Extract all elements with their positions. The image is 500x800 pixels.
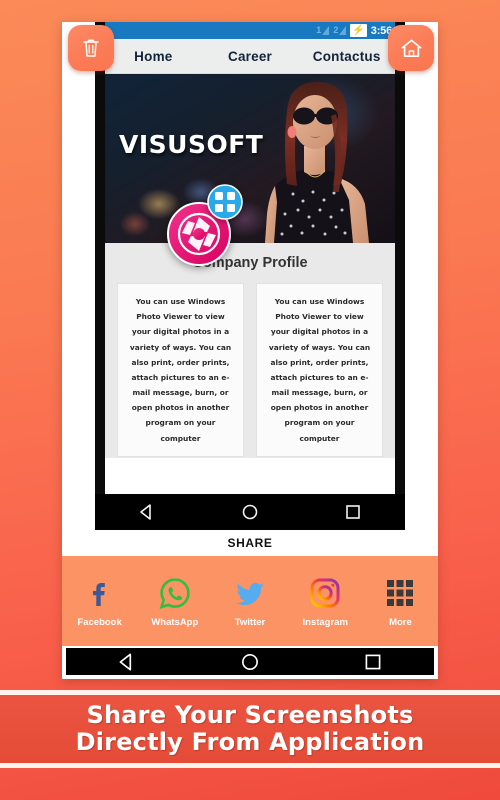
share-target-instagram[interactable]: Instagram — [288, 574, 363, 628]
website-nav-bar: Home Career Contactus — [105, 39, 395, 74]
home-icon — [401, 39, 421, 57]
back-triangle-icon[interactable] — [137, 502, 157, 522]
facebook-icon — [83, 574, 117, 612]
signal-triangle-icon — [339, 22, 347, 35]
share-target-twitter[interactable]: Twitter — [212, 574, 287, 628]
twitter-icon — [233, 574, 267, 612]
grid-badge-icon[interactable] — [207, 184, 243, 220]
share-target-whatsapp[interactable]: WhatsApp — [137, 574, 212, 628]
trash-icon — [83, 39, 99, 57]
caption-line-2: Directly From Application — [75, 728, 425, 756]
sim1-signal-icon: 1 — [316, 22, 330, 35]
share-target-facebook[interactable]: Facebook — [62, 574, 137, 628]
profile-card: You can use Windows Photo Viewer to view… — [117, 283, 244, 457]
caption-line-1: Share Your Screenshots — [86, 701, 414, 730]
delete-button[interactable] — [68, 25, 114, 71]
profile-card-text: You can use Windows Photo Viewer to view… — [129, 297, 232, 443]
share-section-label: SHARE — [62, 530, 438, 556]
android-status-bar: 1 2 ⚡ 3:56 — [105, 22, 395, 39]
sim2-signal-icon: 2 — [333, 22, 347, 35]
battery-charging-icon: ⚡ — [350, 24, 367, 37]
recents-square-icon[interactable] — [343, 502, 363, 522]
home-circle-icon[interactable] — [240, 502, 260, 522]
home-circle-icon[interactable] — [239, 651, 261, 673]
profile-title: Company Profile — [192, 255, 308, 271]
profile-card-text: You can use Windows Photo Viewer to view… — [268, 297, 371, 443]
back-triangle-icon[interactable] — [116, 651, 138, 673]
phone-android-navbar — [95, 494, 405, 530]
caption-banner: Share Your Screenshots Directly From App… — [0, 690, 500, 768]
hero-title: VISUSOFT — [119, 130, 264, 159]
profile-card: You can use Windows Photo Viewer to view… — [256, 283, 383, 457]
share-sheet: Facebook WhatsApp Twitter Instagram More — [62, 556, 438, 646]
nav-item-home[interactable]: Home — [105, 49, 202, 64]
screenshot-preview-card: 1 2 ⚡ 3:56 Home Career Contactus VISUSOF… — [62, 22, 438, 679]
grid-more-icon — [384, 574, 416, 612]
instagram-icon — [308, 574, 342, 612]
share-label-twitter: Twitter — [234, 617, 266, 628]
profile-card-list: You can use Windows Photo Viewer to view… — [105, 283, 395, 457]
share-label-whatsapp: WhatsApp — [151, 617, 199, 628]
share-label-more: More — [389, 617, 412, 628]
system-navigation-bar — [66, 648, 434, 675]
nav-item-contactus[interactable]: Contactus — [298, 49, 395, 64]
phone-mockup-frame: 1 2 ⚡ 3:56 Home Career Contactus VISUSOF… — [95, 22, 405, 530]
signal-triangle-icon — [322, 22, 330, 35]
recents-square-icon[interactable] — [362, 651, 384, 673]
share-target-more[interactable]: More — [363, 574, 438, 628]
company-profile-section: Company Profile You can use Windows Phot… — [105, 243, 395, 458]
home-button[interactable] — [388, 25, 434, 71]
phone-screen: 1 2 ⚡ 3:56 Home Career Contactus VISUSOF… — [105, 22, 395, 494]
share-label-facebook: Facebook — [77, 617, 122, 628]
whatsapp-icon — [158, 574, 192, 612]
hero-banner: VISUSOFT — [105, 74, 395, 243]
nav-item-career[interactable]: Career — [202, 49, 299, 64]
sim2-label: 2 — [333, 25, 339, 35]
sim1-label: 1 — [316, 25, 322, 35]
share-label-instagram: Instagram — [302, 617, 348, 628]
